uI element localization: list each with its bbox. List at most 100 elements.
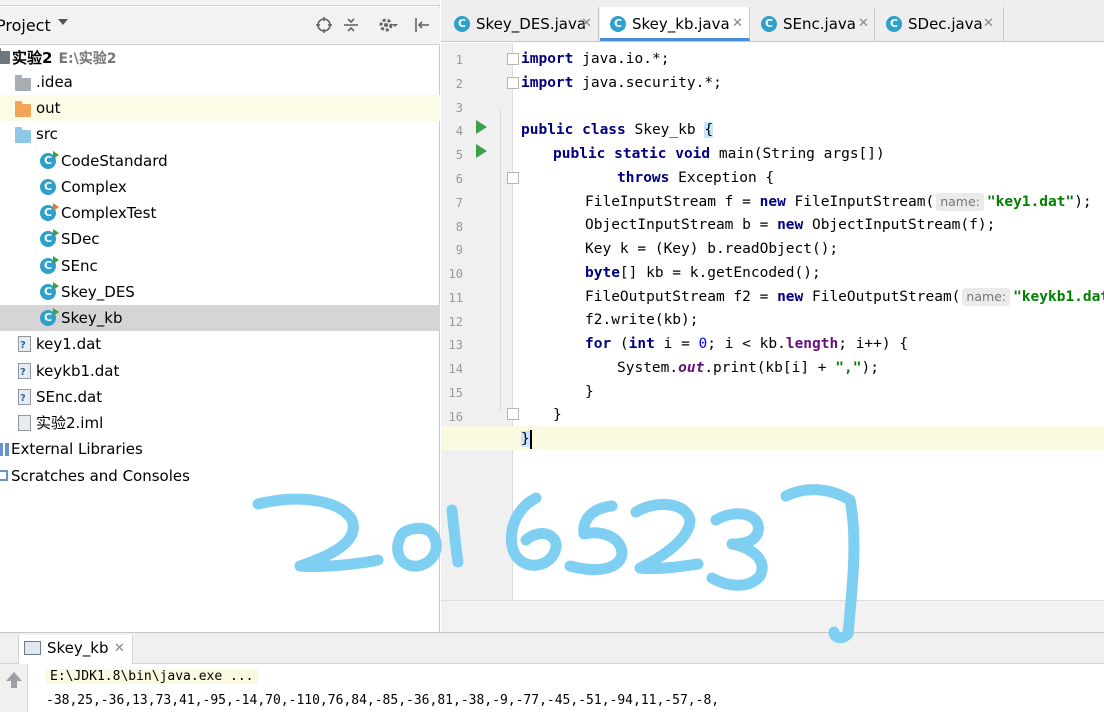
- java-class-icon: C: [40, 151, 59, 169]
- tree-item-idea[interactable]: .idea: [0, 69, 440, 95]
- parameter-hint: name:: [936, 193, 984, 211]
- collapse-icon[interactable]: [341, 16, 361, 36]
- code-line-13[interactable]: for (int i = 0; i < kb.length; i++) {: [585, 332, 908, 356]
- line-number: 13: [448, 338, 463, 352]
- tree-item-label: External Libraries: [11, 440, 143, 458]
- line-number: 12: [448, 315, 463, 329]
- java-class-icon: C: [761, 16, 777, 32]
- unknown-file-icon: ?: [18, 336, 31, 352]
- scope-indent-guide: [500, 110, 501, 412]
- tab-skey-des-java[interactable]: C Skey_DES.java ✕: [444, 7, 599, 41]
- fold-marker-icon[interactable]: [507, 77, 519, 89]
- close-icon[interactable]: ✕: [858, 16, 869, 31]
- line-number: 15: [448, 386, 463, 400]
- line-number: 1: [455, 53, 463, 67]
- tree-item-out[interactable]: out: [0, 95, 440, 121]
- tree-item-src[interactable]: src: [0, 121, 440, 147]
- java-class-icon: C: [886, 16, 902, 32]
- tree-item-root[interactable]: 实验2 E:\实验2: [0, 45, 440, 71]
- tree-item-label: .idea: [36, 73, 73, 91]
- code-line-5[interactable]: public static void main(String args[]): [553, 142, 885, 166]
- tree-item-codestandard[interactable]: C CodeStandard: [0, 148, 440, 174]
- text-caret: [529, 429, 532, 449]
- tree-item-label: key1.dat: [36, 335, 102, 353]
- tab-senc-java[interactable]: C SEnc.java ✕: [751, 7, 875, 41]
- fold-marker-icon[interactable]: [507, 53, 519, 65]
- code-line-9[interactable]: Key k = (Key) b.readObject();: [585, 237, 838, 261]
- top-strip: [0, 0, 440, 6]
- code-line-14[interactable]: System.out.print(kb[i] + ",");: [617, 356, 879, 380]
- tree-item-senc-dat[interactable]: ? SEnc.dat: [0, 384, 440, 410]
- tree-item-sdec[interactable]: C SDec: [0, 226, 440, 252]
- code-line-1[interactable]: import java.io.*;: [521, 47, 669, 71]
- tree-item-key1-dat[interactable]: ? key1.dat: [0, 331, 440, 357]
- code-line-6[interactable]: throws Exception {: [617, 166, 774, 190]
- module-folder-icon: [0, 48, 10, 64]
- code-editor: C Skey_DES.java ✕ C Skey_kb.java ✕ C SEn…: [441, 0, 1104, 632]
- tab-label: SEnc.java: [783, 15, 856, 33]
- java-class-icon: C: [610, 16, 626, 32]
- tree-item-label: Scratches and Consoles: [11, 467, 190, 485]
- run-gutter-icon[interactable]: [476, 144, 487, 158]
- line-number: 11: [448, 291, 463, 305]
- line-number: 16: [448, 410, 463, 424]
- scroll-up-icon-stem: [11, 680, 17, 688]
- close-icon[interactable]: ✕: [983, 16, 994, 31]
- editor-tab-bar: C Skey_DES.java ✕ C Skey_kb.java ✕ C SEn…: [441, 0, 1104, 42]
- java-class-icon: C: [40, 282, 59, 300]
- run-gutter-icon[interactable]: [476, 120, 487, 134]
- fold-marker-icon[interactable]: [507, 172, 519, 184]
- unknown-file-icon: ?: [18, 389, 31, 405]
- tree-item-skey-des[interactable]: C Skey_DES: [0, 279, 440, 305]
- tree-item-skey-kb[interactable]: C Skey_kb: [0, 305, 440, 331]
- project-view-selector[interactable]: Project: [0, 16, 51, 35]
- run-tool-window: Skey_kb ✕ E:\JDK1.8\bin\java.exe ... -38…: [0, 632, 1104, 712]
- tree-item-keykb1-dat[interactable]: ? keykb1.dat: [0, 358, 440, 384]
- code-line-12[interactable]: f2.write(kb);: [585, 308, 699, 332]
- tree-item-scratches[interactable]: Scratches and Consoles: [0, 463, 440, 489]
- fold-marker-icon[interactable]: [507, 408, 519, 420]
- line-number: 2: [455, 77, 463, 91]
- chevron-down-icon[interactable]: [58, 19, 68, 25]
- code-line-15[interactable]: }: [585, 380, 594, 404]
- console-command-line[interactable]: E:\JDK1.8\bin\java.exe ...: [46, 669, 258, 684]
- tab-sdec-java[interactable]: C SDec.java ✕: [876, 7, 1004, 41]
- module-file-icon: [18, 415, 31, 431]
- crosshair-icon[interactable]: [314, 16, 334, 36]
- tree-item-external-libraries[interactable]: External Libraries: [0, 436, 440, 462]
- tree-item-label: Complex: [61, 178, 127, 196]
- line-number: 3: [455, 101, 463, 115]
- code-line-17[interactable]: }: [521, 427, 532, 451]
- folder-icon: [15, 101, 31, 117]
- tree-item-label: src: [36, 125, 58, 143]
- close-icon[interactable]: ✕: [581, 16, 592, 31]
- java-class-icon: C: [40, 229, 59, 247]
- tab-skey-kb-java[interactable]: C Skey_kb.java ✕: [600, 7, 750, 41]
- java-test-class-icon: C: [40, 203, 59, 221]
- code-line-10[interactable]: byte[] kb = k.getEncoded();: [585, 261, 821, 285]
- folder-icon: [15, 75, 31, 91]
- gear-icon[interactable]: [378, 16, 398, 36]
- editor-bottom-strip: [441, 600, 1104, 632]
- java-class-icon: C: [40, 179, 56, 195]
- tree-item-label: out: [36, 99, 61, 117]
- tree-item-iml[interactable]: 实验2.iml: [0, 410, 440, 436]
- scratches-icon: [0, 470, 8, 481]
- tree-item-senc[interactable]: C SEnc: [0, 253, 440, 279]
- tree-item-complextest[interactable]: C ComplexTest: [0, 200, 440, 226]
- run-tab-label: Skey_kb: [47, 639, 109, 657]
- code-line-2[interactable]: import java.security.*;: [521, 71, 722, 95]
- code-line-8[interactable]: ObjectInputStream b = new ObjectInputStr…: [585, 213, 995, 237]
- close-icon[interactable]: ✕: [114, 641, 125, 656]
- code-line-4[interactable]: public class Skey_kb {: [521, 118, 714, 142]
- code-line-16[interactable]: }: [553, 403, 562, 427]
- hide-panel-icon[interactable]: [412, 16, 432, 36]
- tree-item-complex[interactable]: C Complex: [0, 174, 440, 200]
- console-output-line[interactable]: -38,25,-36,13,73,41,-95,-14,70,-110,76,8…: [46, 693, 719, 708]
- code-line-11[interactable]: FileOutputStream f2 = new FileOutputStre…: [585, 285, 1104, 309]
- line-number: 14: [448, 362, 463, 376]
- line-number: 5: [455, 148, 463, 162]
- code-line-7[interactable]: FileInputStream f = new FileInputStream(…: [585, 190, 1092, 214]
- run-tab-skey-kb[interactable]: Skey_kb ✕: [18, 635, 133, 664]
- close-icon[interactable]: ✕: [732, 16, 743, 31]
